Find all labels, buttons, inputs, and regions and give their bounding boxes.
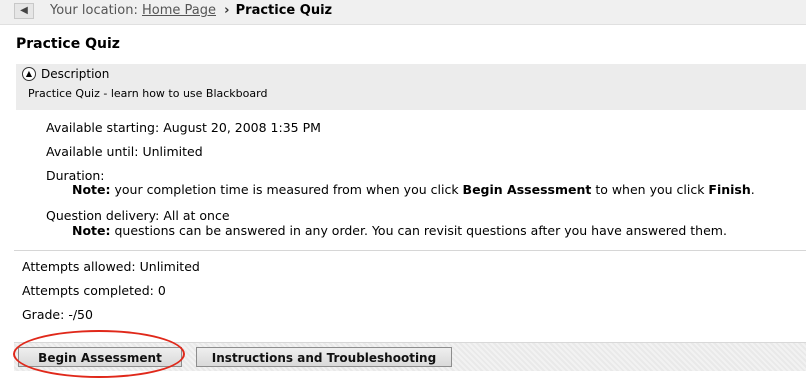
breadcrumb-bar: ◀ Your location: Home Page › Practice Qu… <box>0 0 806 25</box>
attempts-completed-label: Attempts completed: <box>22 283 154 298</box>
begin-assessment-button[interactable]: Begin Assessment <box>18 347 182 367</box>
attempts-completed: Attempts completed: 0 <box>22 283 166 298</box>
breadcrumb-current: Practice Quiz <box>235 3 333 18</box>
question-delivery-label: Question delivery: <box>46 208 160 223</box>
duration-note-label: Note: <box>72 182 111 197</box>
breadcrumb: Your location: Home Page › Practice Quiz <box>50 0 332 22</box>
available-starting-value: August 20, 2008 1:35 PM <box>163 120 321 135</box>
delivery-note: Note: questions can be answered in any o… <box>72 223 727 238</box>
grade: Grade: -/50 <box>22 307 93 322</box>
duration-note-text2: to when you click <box>595 182 705 197</box>
available-until-label: Available until: <box>46 144 139 159</box>
page-title: Practice Quiz <box>16 36 120 52</box>
attempts-allowed-label: Attempts allowed: <box>22 259 136 274</box>
available-until: Available until: Unlimited <box>46 144 203 159</box>
duration-note-bold1: Begin Assessment <box>462 182 592 197</box>
attempts-completed-value: 0 <box>157 283 166 298</box>
grade-label: Grade: <box>22 307 65 322</box>
question-delivery: Question delivery: All at once <box>46 208 230 223</box>
description-panel: ▲ Description Practice Quiz - learn how … <box>16 64 806 110</box>
delivery-note-text: questions can be answered in any order. … <box>114 223 727 238</box>
available-until-value: Unlimited <box>142 144 203 159</box>
available-starting-label: Available starting: <box>46 120 160 135</box>
duration-label: Duration: <box>46 168 105 183</box>
duration-note-text1: your completion time is measured from wh… <box>114 182 459 197</box>
attempts-allowed: Attempts allowed: Unlimited <box>22 259 200 274</box>
duration-note-bold2: Finish <box>708 182 751 197</box>
instructions-troubleshooting-button[interactable]: Instructions and Troubleshooting <box>196 347 452 367</box>
back-button[interactable]: ◀ <box>14 3 34 19</box>
available-starting: Available starting: August 20, 2008 1:35… <box>46 120 321 135</box>
duration-note: Note: your completion time is measured f… <box>72 182 755 197</box>
breadcrumb-home-link[interactable]: Home Page <box>142 3 216 18</box>
button-bar: Begin Assessment Instructions and Troubl… <box>14 342 806 371</box>
description-header: Description <box>41 67 110 81</box>
attempts-allowed-value: Unlimited <box>139 259 200 274</box>
breadcrumb-prefix: Your location: <box>50 3 138 18</box>
duration-note-end: . <box>750 182 755 197</box>
breadcrumb-separator: › <box>224 3 230 18</box>
question-delivery-value: All at once <box>163 208 230 223</box>
chevron-left-icon: ◀ <box>20 5 28 16</box>
delivery-note-label: Note: <box>72 223 111 238</box>
collapse-up-icon[interactable]: ▲ <box>22 67 36 81</box>
description-text: Practice Quiz - learn how to use Blackbo… <box>28 87 268 100</box>
grade-value: -/50 <box>68 307 93 322</box>
divider <box>14 250 806 251</box>
